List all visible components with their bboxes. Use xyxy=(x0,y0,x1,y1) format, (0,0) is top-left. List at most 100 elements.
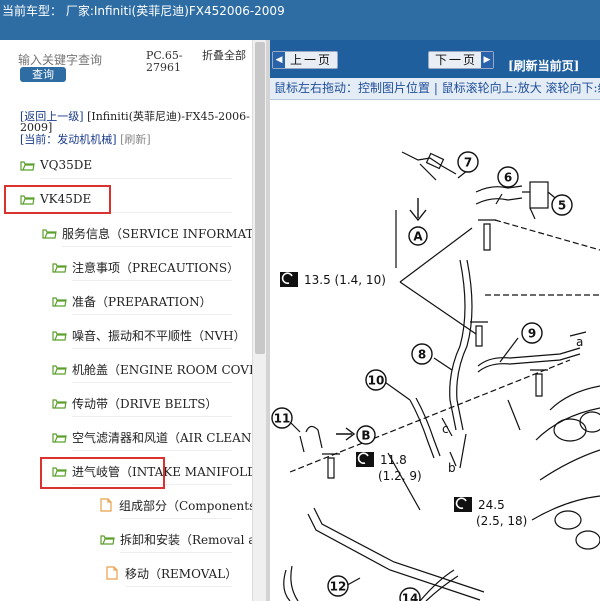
folder-open-icon xyxy=(52,397,67,409)
folder-open-icon xyxy=(52,261,67,273)
tree-item-label: 准备（PREPARATION） xyxy=(72,294,212,309)
torque-value-sub: (2.5, 18) xyxy=(476,514,527,528)
torque-value: 11.8 xyxy=(380,453,407,467)
tree-item-label: 服务信息（SERVICE INFORMATION） xyxy=(62,226,252,241)
folder-open-icon xyxy=(42,227,57,239)
manifold-port xyxy=(575,530,600,550)
vehicle-header: 当前车型： 厂家:Infiniti(英菲尼迪)FX452006-2009 xyxy=(0,0,600,40)
row-divider xyxy=(62,246,232,247)
viewer-hint: 鼠标左右拖动：控制图片位置 | 鼠标滚轮向上:放大 滚轮向下:缩小 xyxy=(270,78,600,100)
pc-code: PC.65- 27961 xyxy=(146,50,192,74)
folder-open-icon xyxy=(52,431,67,443)
callout-number: 7 xyxy=(464,156,472,170)
document-icon xyxy=(106,566,118,580)
tree-item[interactable]: 空气滤清器和风道（AIR CLEANER） xyxy=(52,427,252,447)
row-divider xyxy=(72,348,232,349)
torque-value: 24.5 xyxy=(478,498,505,512)
tree-item-label: 组成部分（Components） xyxy=(119,498,252,513)
callout-number: 5 xyxy=(558,199,566,213)
torque-value-sub: (1.2, 9) xyxy=(378,469,422,483)
hose-part xyxy=(409,397,441,459)
dashed-line xyxy=(494,219,600,251)
ref-label-b: B xyxy=(361,429,370,443)
ref-label-a: A xyxy=(413,230,423,244)
row-divider xyxy=(120,552,232,553)
tree-item-label: VQ35DE xyxy=(40,158,93,172)
search-input[interactable] xyxy=(18,52,118,68)
callout-number: 12 xyxy=(330,580,347,594)
solenoid-part xyxy=(529,181,549,209)
tree-scrollbar[interactable] xyxy=(252,40,266,601)
hose-part xyxy=(477,347,581,373)
hose-part xyxy=(419,569,459,601)
tree-item[interactable]: 组成部分（Components） xyxy=(100,495,252,515)
tree-item-label: 机舱盖（ENGINE ROOM COVER） xyxy=(72,362,252,377)
tree-item[interactable]: 注意事项（PRECAUTIONS） xyxy=(52,257,239,277)
tree-item[interactable]: 噪音、振动和不平顺性（NVH） xyxy=(52,325,246,345)
dashed-line xyxy=(289,359,571,473)
tree-item-label: 空气滤清器和风道（AIR CLEANER） xyxy=(72,430,252,445)
prev-page-label: 上一页 xyxy=(290,53,333,67)
selection-highlight xyxy=(4,185,111,214)
refresh-link[interactable]: [刷新] xyxy=(120,133,151,146)
arrow-right-icon xyxy=(336,427,356,441)
scrollbar-thumb[interactable] xyxy=(255,42,265,354)
tree-item-label: 噪音、振动和不平顺性（NVH） xyxy=(72,328,246,343)
tree-item[interactable]: 准备（PREPARATION） xyxy=(52,291,212,311)
hose-part xyxy=(299,425,323,453)
ref-label-small-c: c xyxy=(442,422,449,436)
tree-item[interactable]: 传动带（DRIVE BELTS） xyxy=(52,393,217,413)
manifold-port xyxy=(554,510,582,530)
current-section: [当前：发动机机械] xyxy=(20,133,117,146)
diagram-viewer: ◀ 上一页 下一页 ▶ [刷新当前页] 鼠标左右拖动：控制图片位置 | 鼠标滚轮… xyxy=(270,40,600,601)
prev-page-button[interactable]: ◀ 上一页 xyxy=(272,51,338,69)
callout-number: 9 xyxy=(528,327,536,341)
arrow-left-icon: ◀ xyxy=(273,52,285,68)
row-divider xyxy=(126,586,232,587)
folder-open-icon xyxy=(20,159,35,171)
callout-number: 8 xyxy=(418,348,426,362)
breadcrumb: [返回上一级] [Infiniti(英菲尼迪)-FX45-2006-2009] … xyxy=(20,111,250,145)
hose-part xyxy=(475,185,523,205)
bolt xyxy=(478,219,496,251)
folder-open-icon xyxy=(52,295,67,307)
fold-all-button[interactable]: 折叠全部 xyxy=(202,50,246,62)
callout-number: 10 xyxy=(368,374,385,388)
tree-item[interactable]: 机舱盖（ENGINE ROOM COVER） xyxy=(52,359,252,379)
folder-open-icon xyxy=(52,329,67,341)
vehicle-header-text: 当前车型： 厂家:Infiniti(英菲尼迪)FX452006-2009 xyxy=(2,4,285,18)
selection-highlight xyxy=(40,457,165,489)
ref-label-small-a: a xyxy=(576,335,583,349)
tube-part xyxy=(449,259,473,431)
row-divider xyxy=(120,518,232,519)
refresh-page-button[interactable]: [刷新当前页] xyxy=(508,57,579,74)
tree-item-label: 注意事项（PRECAUTIONS） xyxy=(72,260,240,275)
bolt xyxy=(470,321,488,347)
manifold-outline xyxy=(531,385,600,521)
next-page-button[interactable]: 下一页 ▶ xyxy=(428,51,494,69)
tube-part xyxy=(283,565,299,601)
tree-item[interactable]: 拆卸和安装（Removal and Installation） xyxy=(100,529,252,549)
pc-code-line-2: 27961 xyxy=(146,61,181,74)
torque-spec-2: 11.8 (1.2, 9) xyxy=(356,452,422,483)
torque-value: 13.5 (1.4, 10) xyxy=(304,273,386,287)
callout-number: 14 xyxy=(402,592,419,601)
arrow-down-icon xyxy=(409,198,427,222)
search-button[interactable]: 查询 xyxy=(20,67,66,82)
tree-item[interactable]: VQ35DE xyxy=(20,155,92,175)
row-divider xyxy=(72,382,232,383)
row-divider xyxy=(72,314,232,315)
row-divider xyxy=(72,450,232,451)
tree-item-label: 传动带（DRIVE BELTS） xyxy=(72,396,218,411)
arrow-right-icon: ▶ xyxy=(481,52,493,68)
manifold-port xyxy=(553,418,587,442)
exploded-diagram[interactable]: 7 6 5 8 9 10 11 12 14 A B a c b 13.5 (1.4, 10) xyxy=(270,100,600,601)
next-page-label: 下一页 xyxy=(435,53,478,67)
manifold-port xyxy=(579,411,600,433)
tree-item[interactable]: 服务信息（SERVICE INFORMATION） xyxy=(42,223,252,243)
diagram-svg: 7658910111214 A B a c b 13.5 (1.4, 10) 1… xyxy=(271,151,600,601)
tree-item[interactable]: 移动（REMOVAL） xyxy=(106,563,237,583)
row-divider xyxy=(72,280,232,281)
folder-open-icon xyxy=(52,363,67,375)
folder-open-icon xyxy=(100,533,115,545)
